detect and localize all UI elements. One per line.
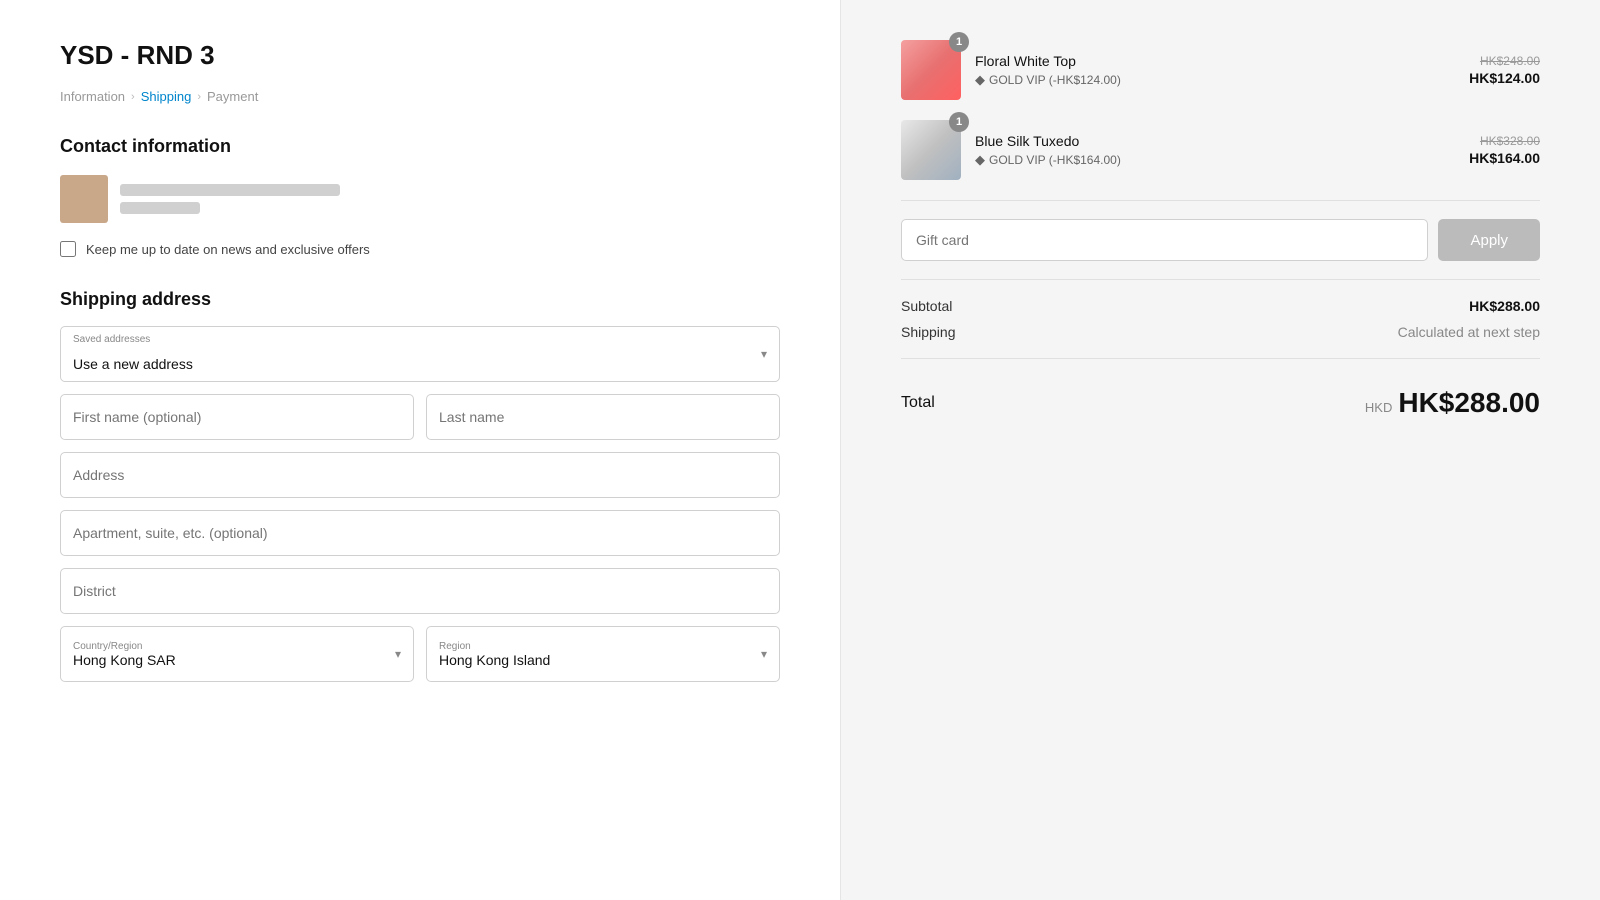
saved-addresses-wrapper[interactable]: Saved addresses Use a new address ▾ [60, 326, 780, 382]
breadcrumb-sep-1: › [131, 91, 135, 103]
address-group [60, 452, 780, 498]
item-1-vip: ◆ GOLD VIP (-HK$124.00) [975, 72, 1455, 88]
diamond-icon-1: ◆ [975, 72, 985, 88]
name-row [60, 394, 780, 440]
item-1-price-original: HK$248.00 [1469, 54, 1540, 68]
item-2-details: Blue Silk Tuxedo ◆ GOLD VIP (-HK$164.00) [975, 133, 1455, 168]
first-name-input[interactable] [60, 394, 414, 440]
address-input[interactable] [60, 452, 780, 498]
newsletter-checkbox[interactable] [60, 241, 76, 257]
region-select[interactable]: Region Hong Kong Island ▾ [426, 626, 780, 682]
apartment-group [60, 510, 780, 556]
item-2-prices: HK$328.00 HK$164.00 [1469, 134, 1540, 166]
region-chevron-icon: ▾ [761, 647, 767, 661]
shipping-section-title: Shipping address [60, 289, 780, 310]
order-item-2: 1 Blue Silk Tuxedo ◆ GOLD VIP (-HK$164.0… [901, 120, 1540, 180]
country-label: Country/Region [73, 641, 373, 652]
gift-card-row: Apply [901, 219, 1540, 261]
subtotal-row: Subtotal HK$288.00 [901, 298, 1540, 314]
saved-addresses-label: Saved addresses [73, 334, 150, 345]
subtotal-label: Subtotal [901, 298, 952, 314]
item-1-price-current: HK$124.00 [1469, 70, 1540, 86]
contact-info-block [60, 175, 780, 223]
divider-2 [901, 279, 1540, 280]
item-1-vip-label: GOLD VIP (-HK$124.00) [989, 73, 1121, 87]
divider-3 [901, 358, 1540, 359]
diamond-icon-2: ◆ [975, 152, 985, 168]
item-1-prices: HK$248.00 HK$124.00 [1469, 54, 1540, 86]
item-1-details: Floral White Top ◆ GOLD VIP (-HK$124.00) [975, 53, 1455, 88]
item-1-badge: 1 [949, 32, 969, 52]
breadcrumb-sep-2: › [197, 91, 201, 103]
item-2-name: Blue Silk Tuxedo [975, 133, 1455, 149]
item-2-price-current: HK$164.00 [1469, 150, 1540, 166]
last-name-input[interactable] [426, 394, 780, 440]
contact-email-blurred [120, 184, 340, 196]
total-label: Total [901, 394, 935, 412]
item-2-image-wrap: 1 [901, 120, 961, 180]
district-group [60, 568, 780, 614]
saved-addresses-select[interactable]: Saved addresses Use a new address ▾ [60, 326, 780, 382]
store-title: YSD - RND 3 [60, 40, 780, 71]
country-select[interactable]: Country/Region Hong Kong SAR ▾ [60, 626, 414, 682]
total-amount: HK$288.00 [1398, 387, 1540, 419]
region-wrapper[interactable]: Region Hong Kong Island ▾ [426, 626, 780, 682]
country-chevron-icon: ▾ [395, 647, 401, 661]
region-value: Hong Kong Island [439, 652, 739, 668]
country-value: Hong Kong SAR [73, 652, 373, 668]
country-wrapper[interactable]: Country/Region Hong Kong SAR ▾ [60, 626, 414, 682]
district-input[interactable] [60, 568, 780, 614]
item-1-image-wrap: 1 [901, 40, 961, 100]
newsletter-row: Keep me up to date on news and exclusive… [60, 241, 780, 257]
contact-section-title: Contact information [60, 136, 780, 157]
breadcrumb-payment[interactable]: Payment [207, 89, 258, 104]
gift-card-input[interactable] [901, 219, 1428, 261]
total-row: Total HKD HK$288.00 [901, 377, 1540, 419]
item-2-price-original: HK$328.00 [1469, 134, 1540, 148]
shipping-value: Calculated at next step [1398, 324, 1540, 340]
subtotal-value: HK$288.00 [1469, 298, 1540, 314]
item-2-badge: 1 [949, 112, 969, 132]
avatar [60, 175, 108, 223]
shipping-label: Shipping [901, 324, 956, 340]
item-2-vip: ◆ GOLD VIP (-HK$164.00) [975, 152, 1455, 168]
country-region-row: Country/Region Hong Kong SAR ▾ Region Ho… [60, 626, 780, 682]
total-currency: HKD [1365, 400, 1392, 415]
region-label: Region [439, 641, 739, 652]
item-1-name: Floral White Top [975, 53, 1455, 69]
breadcrumb-information[interactable]: Information [60, 89, 125, 104]
breadcrumb: Information › Shipping › Payment [60, 89, 780, 104]
total-value-block: HKD HK$288.00 [1365, 387, 1540, 419]
saved-addresses-value: Use a new address [73, 356, 193, 372]
order-item-1: 1 Floral White Top ◆ GOLD VIP (-HK$124.0… [901, 40, 1540, 100]
item-2-vip-label: GOLD VIP (-HK$164.00) [989, 153, 1121, 167]
chevron-down-icon: ▾ [761, 347, 767, 361]
contact-text [120, 184, 340, 214]
shipping-row: Shipping Calculated at next step [901, 324, 1540, 340]
contact-name-blurred [120, 202, 200, 214]
apartment-input[interactable] [60, 510, 780, 556]
apply-button[interactable]: Apply [1438, 219, 1540, 261]
divider-1 [901, 200, 1540, 201]
newsletter-label[interactable]: Keep me up to date on news and exclusive… [86, 242, 370, 257]
breadcrumb-shipping[interactable]: Shipping [141, 89, 192, 104]
